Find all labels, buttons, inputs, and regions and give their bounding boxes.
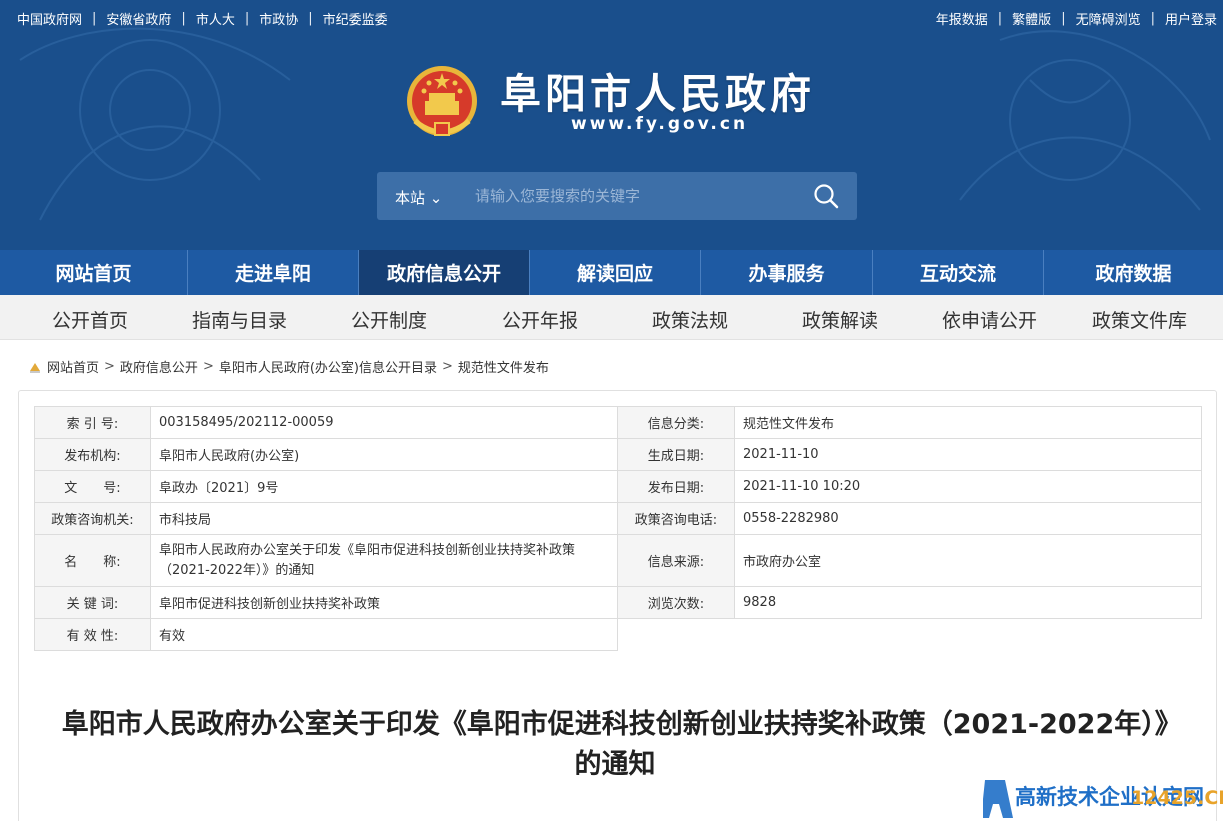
breadcrumb-current[interactable]: 规范性文件发布 xyxy=(458,357,549,376)
nav-services[interactable]: 办事服务 xyxy=(701,250,873,295)
consult-phone-label: 政策咨询电话: xyxy=(617,502,735,535)
table-row: 名 称: 阜阳市人民政府办公室关于印发《阜阳市促进科技创新创业扶持奖补政策（20… xyxy=(34,534,1202,587)
subnav-policies-laws[interactable]: 政策法规 xyxy=(652,306,728,333)
created-label: 生成日期: xyxy=(617,438,735,471)
subnav-disclosure-system[interactable]: 公开制度 xyxy=(351,306,427,333)
subnav-policy-library[interactable]: 政策文件库 xyxy=(1092,306,1187,333)
category-value: 规范性文件发布 xyxy=(734,406,1202,439)
top-links-left: 中国政府网 | 安徽省政府 | 市人大 | 市政协 | 市纪委监委 xyxy=(17,9,388,28)
table-row: 索 引 号: 003158495/202112-00059 信息分类: 规范性文… xyxy=(34,406,1202,439)
subnav-annual-report[interactable]: 公开年报 xyxy=(502,306,578,333)
location-icon xyxy=(30,362,40,373)
subnav-request-disclosure[interactable]: 依申请公开 xyxy=(942,306,1037,333)
consult-org-value: 市科技局 xyxy=(150,502,618,535)
sub-nav: 公开首页 指南与目录 公开制度 公开年报 政策法规 政策解读 依申请公开 政策文… xyxy=(0,295,1223,340)
table-row: 关 键 词: 阜阳市促进科技创新创业扶持奖补政策 浏览次数: 9828 xyxy=(34,586,1202,619)
published-label: 发布日期: xyxy=(617,470,735,503)
validity-value: 有效 xyxy=(150,618,618,651)
consult-phone-value: 0558-2282980 xyxy=(734,502,1202,535)
breadcrumb: 网站首页 > 政府信息公开 > 阜阳市人民政府(办公室)信息公开目录 > 规范性… xyxy=(28,357,549,376)
published-value: 2021-11-10 10:20 xyxy=(734,470,1202,503)
breadcrumb-catalog[interactable]: 阜阳市人民政府(办公室)信息公开目录 xyxy=(219,357,437,376)
nav-gov-info-disclosure[interactable]: 政府信息公开 xyxy=(359,250,530,295)
publisher-label: 发布机构: xyxy=(34,438,151,471)
link-user-login[interactable]: 用户登录 xyxy=(1165,9,1217,28)
document-metadata-table: 索 引 号: 003158495/202112-00059 信息分类: 规范性文… xyxy=(34,406,1202,651)
consult-org-label: 政策咨询机关: xyxy=(34,502,151,535)
site-watermark-logo: 高新技术企业认定网 12425.CN xyxy=(983,780,1223,818)
top-link-bar: 中国政府网 | 安徽省政府 | 市人大 | 市政协 | 市纪委监委 年报数据 |… xyxy=(0,0,1223,34)
source-label: 信息来源: xyxy=(617,534,735,587)
created-value: 2021-11-10 xyxy=(734,438,1202,471)
nav-interpretation[interactable]: 解读回应 xyxy=(530,250,701,295)
category-label: 信息分类: xyxy=(617,406,735,439)
docno-label: 文 号: xyxy=(34,470,151,503)
subnav-policy-interpretation[interactable]: 政策解读 xyxy=(802,306,878,333)
search-bar: 本站 ⌄ xyxy=(377,172,857,220)
national-emblem-icon xyxy=(407,66,477,136)
link-traditional-chinese[interactable]: 繁體版 xyxy=(1012,9,1051,28)
table-row: 有 效 性: 有效 xyxy=(34,618,1202,651)
subnav-disclosure-home[interactable]: 公开首页 xyxy=(52,306,128,333)
table-row: 政策咨询机关: 市科技局 政策咨询电话: 0558-2282980 xyxy=(34,502,1202,535)
keywords-value: 阜阳市促进科技创新创业扶持奖补政策 xyxy=(150,586,618,619)
site-header: 中国政府网 | 安徽省政府 | 市人大 | 市政协 | 市纪委监委 年报数据 |… xyxy=(0,0,1223,250)
link-annual-data[interactable]: 年报数据 xyxy=(936,9,988,28)
index-value: 003158495/202112-00059 xyxy=(150,406,618,439)
name-value: 阜阳市人民政府办公室关于印发《阜阳市促进科技创新创业扶持奖补政策（2021-20… xyxy=(150,534,618,587)
validity-label: 有 效 性: xyxy=(34,618,151,651)
chevron-down-icon: ⌄ xyxy=(429,189,443,207)
source-value: 市政府办公室 xyxy=(734,534,1202,587)
breadcrumb-gov-info[interactable]: 政府信息公开 xyxy=(120,357,198,376)
nav-interaction[interactable]: 互动交流 xyxy=(873,250,1044,295)
nav-home[interactable]: 网站首页 xyxy=(0,250,188,295)
site-title: 阜阳市人民政府 xyxy=(500,70,815,118)
link-city-cppcc[interactable]: 市政协 xyxy=(259,9,298,28)
main-nav: 网站首页 走进阜阳 政府信息公开 解读回应 办事服务 互动交流 政府数据 xyxy=(0,250,1223,295)
subnav-guide-catalog[interactable]: 指南与目录 xyxy=(192,306,287,333)
table-row: 发布机构: 阜阳市人民政府(办公室) 生成日期: 2021-11-10 xyxy=(34,438,1202,471)
nav-gov-data[interactable]: 政府数据 xyxy=(1044,250,1223,295)
search-input[interactable] xyxy=(475,182,785,210)
docno-value: 阜政办〔2021〕9号 xyxy=(150,470,618,503)
link-accessibility[interactable]: 无障碍浏览 xyxy=(1076,9,1141,28)
search-scope-select[interactable]: 本站 ⌄ xyxy=(395,187,442,208)
link-discipline-commission[interactable]: 市纪委监委 xyxy=(323,9,388,28)
views-label: 浏览次数: xyxy=(617,586,735,619)
site-domain: www.fy.gov.cn xyxy=(571,114,749,134)
views-value: 9828 xyxy=(734,586,1202,619)
keywords-label: 关 键 词: xyxy=(34,586,151,619)
nav-about-fuyang[interactable]: 走进阜阳 xyxy=(188,250,359,295)
link-anhui-gov[interactable]: 安徽省政府 xyxy=(106,9,171,28)
table-row: 文 号: 阜政办〔2021〕9号 发布日期: 2021-11-10 10:20 xyxy=(34,470,1202,503)
index-label: 索 引 号: xyxy=(34,406,151,439)
search-icon[interactable] xyxy=(813,183,839,209)
breadcrumb-home[interactable]: 网站首页 xyxy=(47,357,99,376)
link-central-gov[interactable]: 中国政府网 xyxy=(17,9,82,28)
watermark-domain: 12425.CN xyxy=(1131,787,1223,809)
name-label: 名 称: xyxy=(34,534,151,587)
link-city-congress[interactable]: 市人大 xyxy=(196,9,235,28)
publisher-value: 阜阳市人民政府(办公室) xyxy=(150,438,618,471)
top-links-right: 年报数据 | 繁體版 | 无障碍浏览 | 用户登录 xyxy=(935,9,1217,28)
site-brand[interactable]: 阜阳市人民政府 www.fy.gov.cn xyxy=(405,58,835,148)
